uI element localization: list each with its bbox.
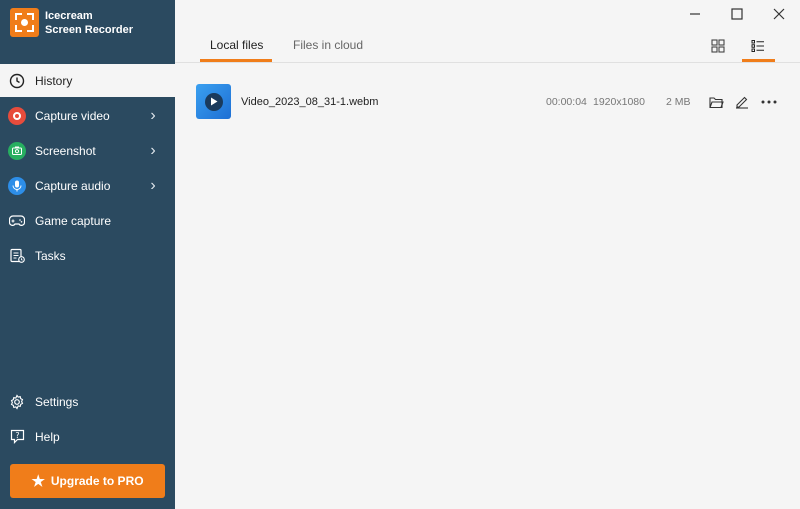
file-row[interactable]: Video_2023_08_31-1.webm 00:00:04 1920x10… <box>196 84 786 120</box>
folder-icon <box>708 96 724 108</box>
more-icon <box>761 100 777 104</box>
minimize-button[interactable] <box>683 4 707 24</box>
sidebar-item-label: Capture video <box>35 108 110 123</box>
sidebar-item-label: Game capture <box>35 213 112 228</box>
more-options-button[interactable] <box>760 93 778 111</box>
chevron-right-icon: › <box>150 106 156 124</box>
edit-button[interactable] <box>733 93 751 111</box>
svg-text:?: ? <box>15 431 19 440</box>
app-logo-icon <box>10 8 39 37</box>
list-view-icon <box>751 40 764 52</box>
sidebar: Icecream Screen Recorder History Capture… <box>0 0 175 509</box>
video-thumbnail[interactable] <box>196 84 231 119</box>
sidebar-item-capture-audio[interactable]: Capture audio › <box>0 169 175 202</box>
close-icon <box>773 8 785 20</box>
grid-view-icon <box>711 39 725 53</box>
help-icon: ? <box>8 428 26 446</box>
file-duration: 00:00:04 <box>546 96 587 108</box>
sidebar-item-capture-video[interactable]: Capture video › <box>0 99 175 132</box>
tab-files-in-cloud[interactable]: Files in cloud <box>293 38 363 62</box>
tasks-icon <box>8 247 26 265</box>
file-name: Video_2023_08_31-1.webm <box>241 96 379 108</box>
gamepad-icon <box>8 212 26 230</box>
app-name-line1: Icecream <box>45 9 93 22</box>
sidebar-item-history[interactable]: History <box>0 64 175 97</box>
sidebar-item-screenshot[interactable]: Screenshot › <box>0 134 175 167</box>
brand: Icecream Screen Recorder <box>10 8 133 37</box>
maximize-icon <box>731 8 743 20</box>
sidebar-item-label: Settings <box>35 394 79 409</box>
close-button[interactable] <box>767 4 791 24</box>
list-view-button[interactable] <box>747 36 769 56</box>
file-size: 2 MB <box>666 96 691 108</box>
chevron-right-icon: › <box>150 176 156 194</box>
open-folder-button[interactable] <box>707 93 725 111</box>
sidebar-item-settings[interactable]: Settings <box>0 385 175 418</box>
upgrade-button[interactable]: ★ Upgrade to PRO <box>10 464 165 498</box>
sidebar-item-label: Tasks <box>35 248 66 263</box>
upgrade-label: Upgrade to PRO <box>50 474 144 488</box>
gear-icon <box>8 393 26 411</box>
sidebar-item-label: Screenshot <box>35 143 96 158</box>
sidebar-item-label: History <box>35 73 73 88</box>
minimize-icon <box>690 13 700 15</box>
star-icon: ★ <box>31 473 45 490</box>
camera-icon <box>8 141 26 160</box>
record-icon <box>8 106 26 125</box>
sidebar-item-tasks[interactable]: Tasks <box>0 239 175 272</box>
maximize-button[interactable] <box>725 4 749 24</box>
sidebar-item-help[interactable]: ? Help <box>0 420 175 453</box>
file-resolution: 1920x1080 <box>593 96 645 108</box>
app-name-line2: Screen Recorder <box>45 23 134 36</box>
sidebar-item-game-capture[interactable]: Game capture <box>0 204 175 237</box>
sidebar-item-label: Capture audio <box>35 178 111 193</box>
header-divider <box>175 62 800 63</box>
clock-icon <box>8 72 26 90</box>
grid-view-button[interactable] <box>707 36 729 56</box>
sidebar-item-label: Help <box>35 429 60 444</box>
pencil-icon <box>736 96 748 109</box>
chevron-right-icon: › <box>150 141 156 159</box>
play-icon <box>204 92 223 111</box>
app-name: Icecream Screen Recorder <box>45 9 133 37</box>
microphone-icon <box>8 176 26 195</box>
